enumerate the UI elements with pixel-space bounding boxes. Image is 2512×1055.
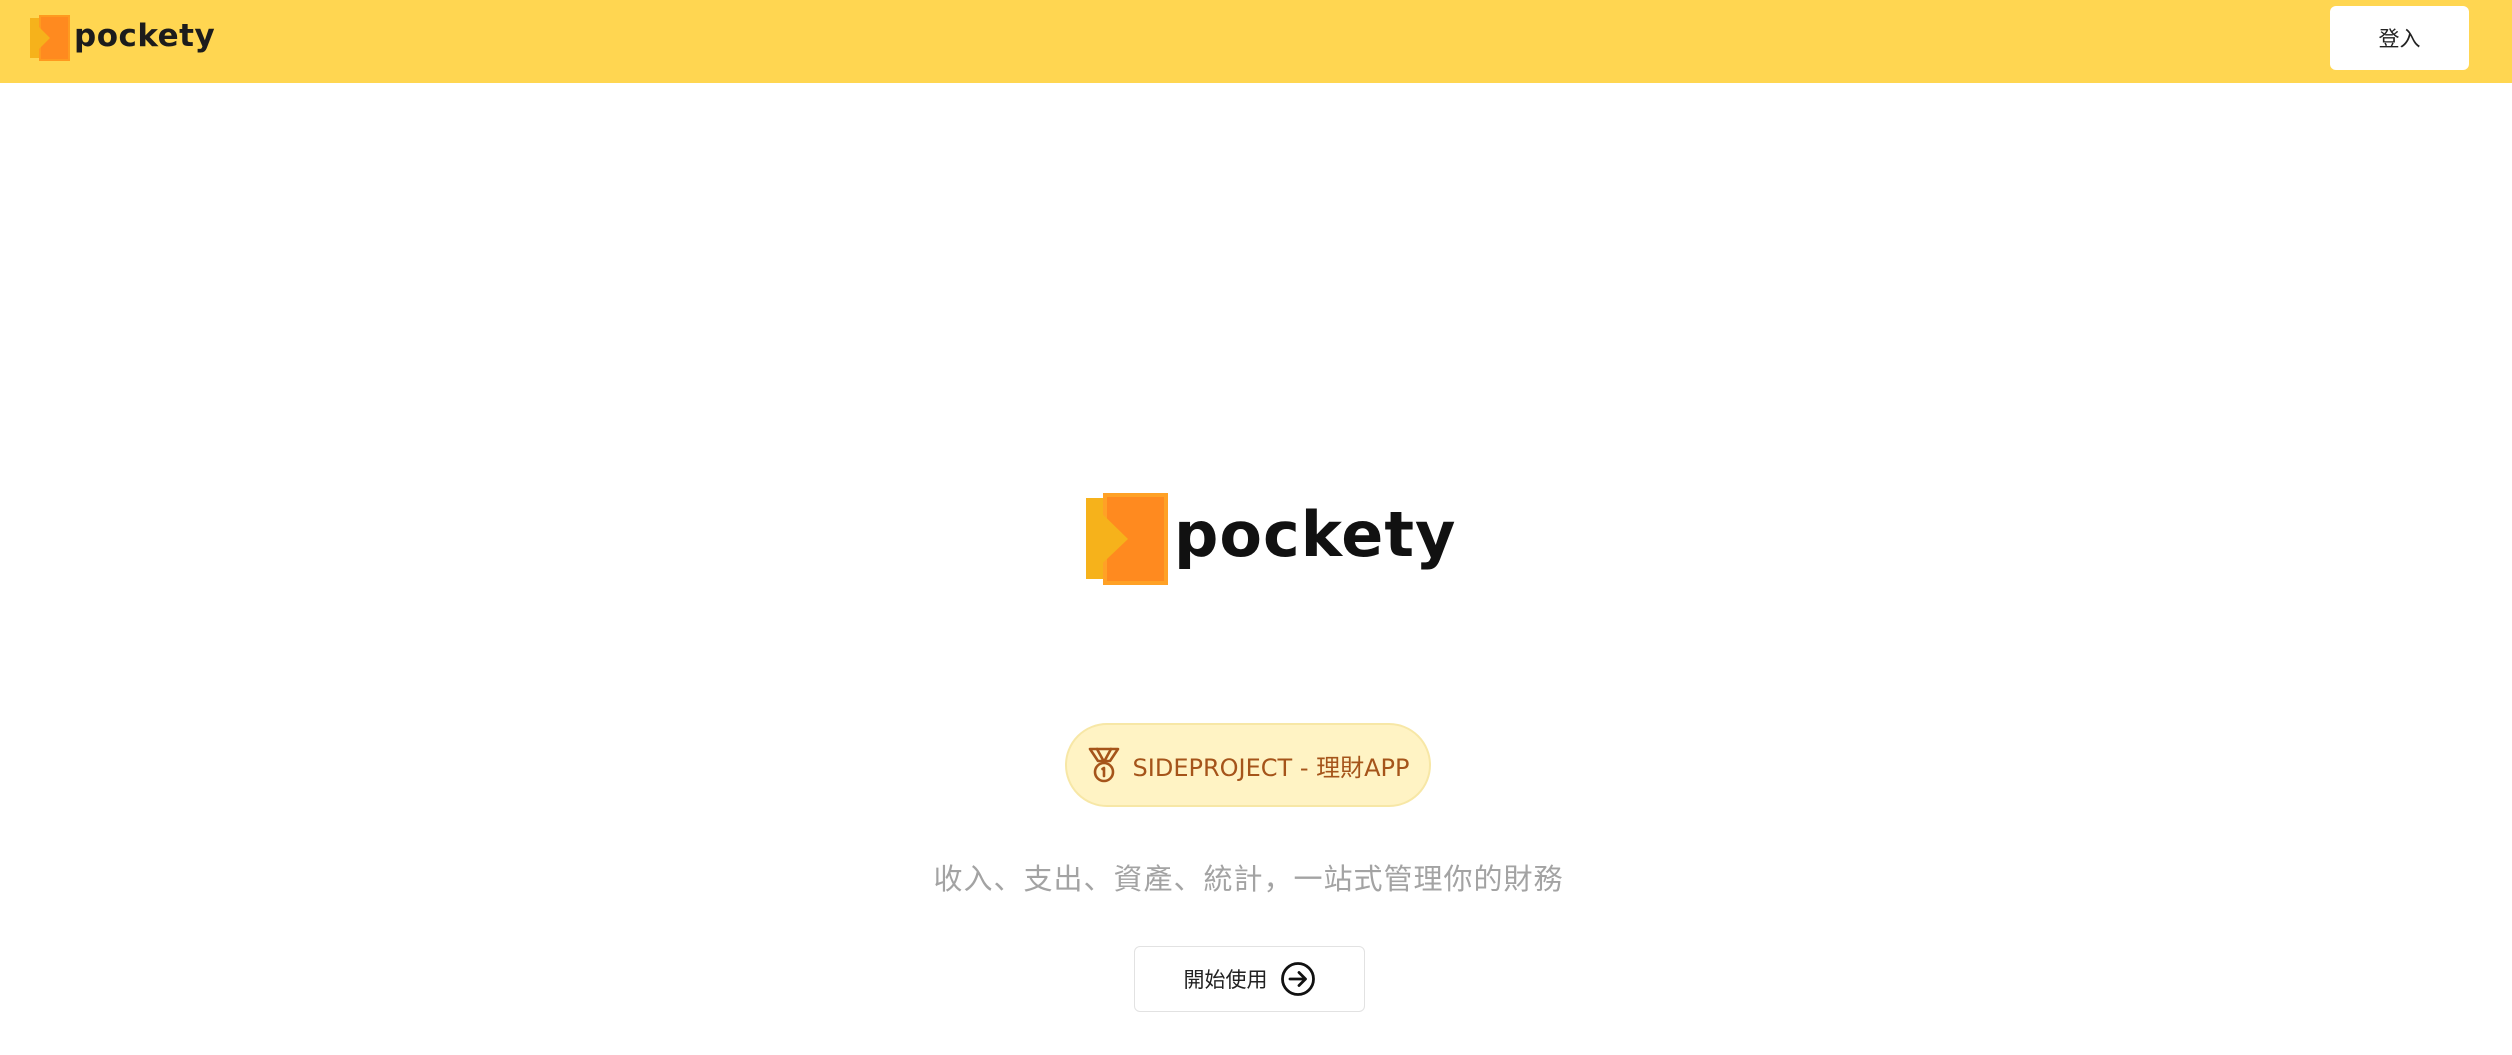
brand-link[interactable]: pockety — [30, 14, 215, 62]
brand-name: pockety — [74, 17, 216, 54]
pockety-logo-icon — [1086, 492, 1168, 585]
hero-logo: pockety — [1086, 491, 1456, 586]
hero-tagline: 收入、支出、資產、統計，一站式管理你的財務 — [933, 862, 1564, 896]
medal-icon — [1087, 746, 1121, 784]
sideproject-badge: SIDEPROJECT - 理財APP — [1065, 723, 1431, 807]
get-started-label: 開始使用 — [1183, 968, 1268, 992]
top-navbar: pockety 登入 — [0, 0, 2512, 83]
login-button[interactable]: 登入 — [2330, 6, 2469, 70]
arrow-right-circle-icon — [1280, 961, 1316, 997]
pockety-logo-icon — [30, 15, 70, 61]
badge-label: SIDEPROJECT - 理財APP — [1132, 753, 1410, 782]
hero-brand-name: pockety — [1174, 497, 1457, 571]
get-started-button[interactable]: 開始使用 — [1134, 946, 1365, 1012]
